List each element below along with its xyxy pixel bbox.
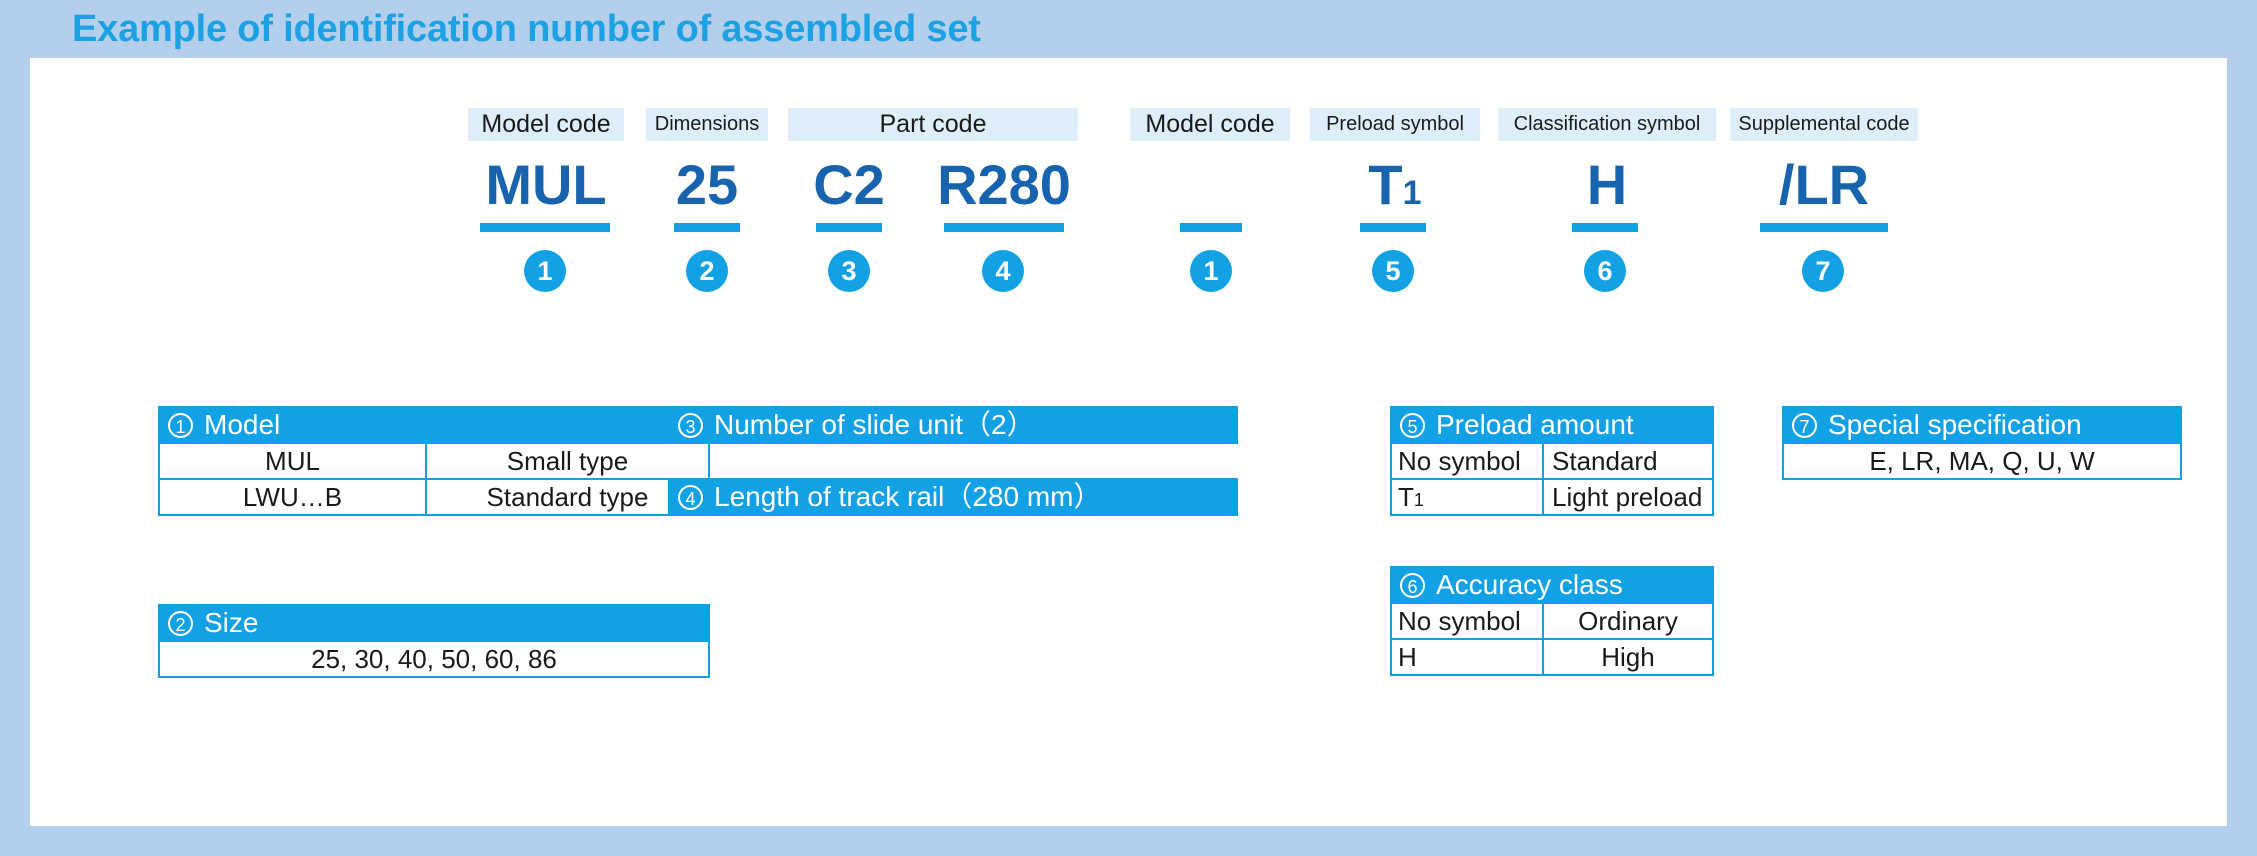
table-preload-cell-symbol-1: T1 — [1392, 480, 1542, 514]
table-special-number-icon: 7 — [1792, 412, 1817, 438]
outer-frame: Example of identification number of asse… — [0, 0, 2257, 856]
table-model-cell-symbol-1: LWU…B — [160, 480, 425, 514]
table-size-body: 25, 30, 40, 50, 60, 86 — [158, 642, 710, 678]
table-row: 25, 30, 40, 50, 60, 86 — [160, 642, 708, 676]
badge-5: 5 — [1372, 250, 1414, 292]
badge-6: 6 — [1584, 250, 1626, 292]
table-accuracy-header: 6 Accuracy class — [1390, 566, 1714, 604]
table-track-rail: 4 Length of track rail（280 mm） — [668, 478, 1238, 516]
table-model-cell-symbol-0: MUL — [160, 444, 425, 478]
code-segment-accuracy: H — [1586, 153, 1628, 216]
table-row: No symbol Ordinary — [1392, 604, 1712, 640]
table-row: H High — [1392, 640, 1712, 674]
caption-supplemental-code: Supplemental code — [1730, 108, 1918, 141]
table-slide-unit: 3 Number of slide unit（2） — [668, 406, 1238, 444]
underline-size — [674, 223, 740, 232]
table-model-body: MUL Small type LWU…B Standard type — [158, 444, 710, 516]
table-accuracy-cell-symbol-1: H — [1392, 640, 1542, 674]
table-accuracy-number-icon: 6 — [1400, 572, 1425, 598]
page-title: Example of identification number of asse… — [72, 8, 981, 50]
code-segment-size: 25 — [675, 153, 739, 216]
table-accuracy-cell-desc-0: Ordinary — [1544, 604, 1712, 638]
table-row: E, LR, MA, Q, U, W — [1784, 444, 2180, 478]
caption-model-code-2: Model code — [1130, 108, 1290, 141]
code-segment-preload: T1 — [1310, 154, 1480, 224]
table-size-title: Size — [204, 607, 259, 638]
code-preload-subscript: 1 — [1402, 174, 1422, 212]
table-model-header: 1 Model — [158, 406, 710, 444]
caption-preload-symbol: Preload symbol — [1310, 108, 1480, 141]
table-special-body: E, LR, MA, Q, U, W — [1782, 444, 2182, 480]
table-special-title: Special specification — [1828, 409, 2082, 440]
underline-model — [480, 223, 610, 232]
table-special-header: 7 Special specification — [1782, 406, 2182, 444]
table-size-header: 2 Size — [158, 604, 710, 642]
table-preload-cell-desc-0: Standard — [1544, 444, 1712, 478]
code-preload-letter: T — [1368, 153, 1403, 216]
underline-track-rail — [944, 223, 1064, 232]
badge-1b: 1 — [1190, 250, 1232, 292]
table-slide-unit-title: Number of slide unit（2） — [714, 409, 1035, 440]
table-special: 7 Special specification E, LR, MA, Q, U,… — [1782, 406, 2182, 480]
table-row: LWU…B Standard type — [160, 480, 708, 514]
caption-part-code: Part code — [788, 108, 1078, 141]
underline-blank — [1180, 223, 1242, 232]
table-model: 1 Model MUL Small type LWU…B Standard ty… — [158, 406, 710, 516]
table-model-cell-desc-1: Standard type — [427, 480, 708, 514]
table-preload-header: 5 Preload amount — [1390, 406, 1714, 444]
table-accuracy: 6 Accuracy class No symbol Ordinary H Hi… — [1390, 566, 1714, 676]
table-preload-number-icon: 5 — [1400, 412, 1425, 438]
underline-special — [1760, 223, 1888, 232]
code-segment-special: /LR — [1778, 153, 1870, 216]
table-special-value: E, LR, MA, Q, U, W — [1784, 444, 2180, 478]
table-slide-unit-number-icon: 3 — [678, 412, 703, 438]
table-row: No symbol Standard — [1392, 444, 1712, 480]
table-preload-cell-symbol-0: No symbol — [1392, 444, 1542, 478]
table-track-rail-title: Length of track rail（280 mm） — [714, 481, 1102, 512]
badge-3: 3 — [828, 250, 870, 292]
caption-dimensions: Dimensions — [646, 108, 768, 141]
code-segment-track-rail: R280 — [937, 153, 1071, 216]
badge-2: 2 — [686, 250, 728, 292]
content-panel: Model code Dimensions Part code Model co… — [30, 58, 2227, 826]
table-model-cell-desc-0: Small type — [427, 444, 708, 478]
table-preload-symbol-subscript: 1 — [1413, 490, 1424, 510]
table-accuracy-title: Accuracy class — [1436, 569, 1623, 600]
table-row: T1 Light preload — [1392, 480, 1712, 514]
code-segment-slide-unit: C2 — [813, 153, 885, 216]
code-segment-model: MUL — [485, 153, 607, 216]
table-track-rail-number-icon: 4 — [678, 484, 703, 510]
table-preload-cell-desc-1: Light preload — [1544, 480, 1712, 514]
underline-slide-unit — [816, 223, 882, 232]
table-model-title: Model — [204, 409, 281, 440]
badge-4: 4 — [982, 250, 1024, 292]
caption-classification-symbol: Classification symbol — [1498, 108, 1716, 141]
table-row: MUL Small type — [160, 444, 708, 480]
table-accuracy-cell-symbol-0: No symbol — [1392, 604, 1542, 638]
underline-preload — [1360, 223, 1426, 232]
table-size: 2 Size 25, 30, 40, 50, 60, 86 — [158, 604, 710, 678]
table-accuracy-body: No symbol Ordinary H High — [1390, 604, 1714, 676]
table-model-number-icon: 1 — [168, 412, 193, 438]
table-preload-symbol-letter: T — [1398, 482, 1414, 512]
table-accuracy-cell-desc-1: High — [1544, 640, 1712, 674]
table-preload-body: No symbol Standard T1 Light preload — [1390, 444, 1714, 516]
badge-7: 7 — [1802, 250, 1844, 292]
caption-model-code-1: Model code — [468, 108, 624, 141]
underline-accuracy — [1572, 223, 1638, 232]
badge-1a: 1 — [524, 250, 566, 292]
table-size-value: 25, 30, 40, 50, 60, 86 — [160, 642, 708, 676]
table-preload: 5 Preload amount No symbol Standard T1 L… — [1390, 406, 1714, 516]
table-preload-title: Preload amount — [1436, 409, 1634, 440]
table-size-number-icon: 2 — [168, 610, 193, 636]
